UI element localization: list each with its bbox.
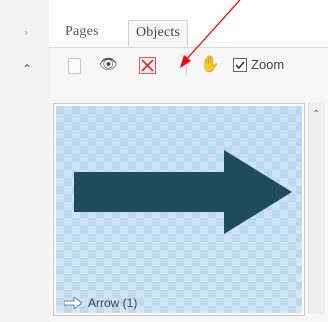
expand-chevron-icon[interactable]: ›	[24, 26, 28, 39]
object-list-scrollbar[interactable]: ⌃	[308, 103, 325, 314]
left-side-strip: › ⌃	[0, 0, 50, 322]
eye-icon[interactable]: 👁	[99, 55, 118, 73]
hand-tool-icon[interactable]: ✋	[200, 54, 220, 73]
delete-object-icon[interactable]	[139, 57, 156, 74]
collapse-up-icon[interactable]: ⌃	[22, 62, 32, 76]
scroll-up-icon[interactable]: ⌃	[312, 109, 320, 120]
object-caption-label: Arrow (1)	[88, 296, 138, 310]
arrow-shape-thumbnail	[74, 150, 292, 234]
list-item[interactable]: Arrow (1)	[56, 106, 302, 313]
object-caption: Arrow (1)	[64, 296, 137, 310]
toolbar-separator	[186, 56, 187, 76]
panel-tab-bar: Pages Objects	[49, 0, 328, 48]
objects-panel: Pages Objects 👁 ✋ Zoom Arrow (1) ⌃	[49, 0, 328, 322]
tab-pages[interactable]: Pages	[65, 24, 99, 40]
objects-toolbar	[49, 48, 328, 92]
arrow-shape-icon	[64, 297, 82, 309]
zoom-label[interactable]: Zoom	[251, 57, 284, 72]
tab-objects[interactable]: Objects	[128, 20, 189, 47]
lock-icon[interactable]	[68, 58, 81, 74]
zoom-checkbox[interactable]	[233, 58, 247, 72]
object-list: Arrow (1)	[53, 103, 305, 316]
